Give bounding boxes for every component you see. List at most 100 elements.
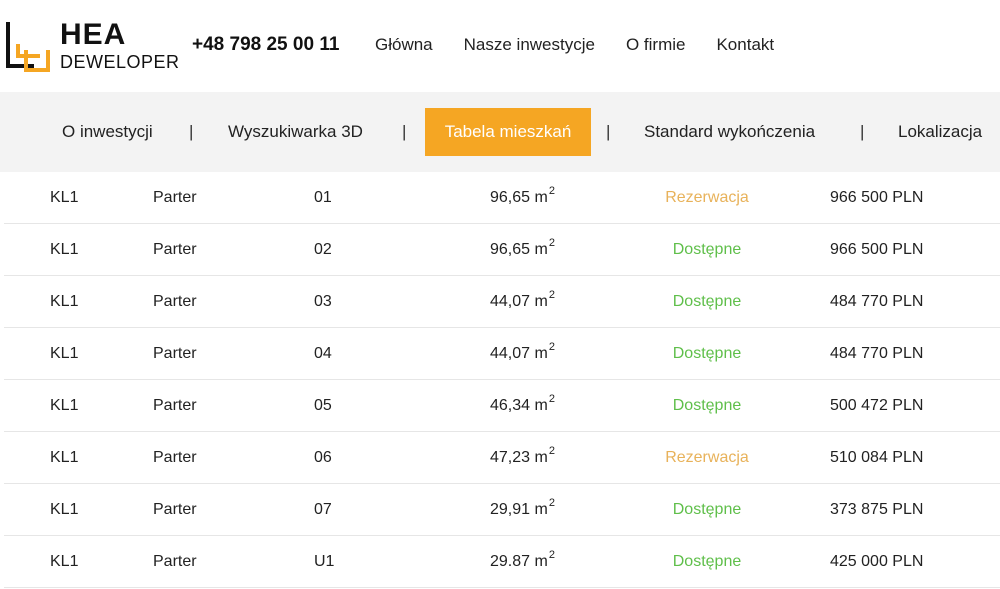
logo-title: HEA [60,18,127,51]
apartment-number-cell: 04 [314,344,332,362]
status-cell: Dostępne [672,552,742,570]
apartment-number-cell: 03 [314,292,332,310]
subnav-item-finishing-standard[interactable]: Standard wykończenia [644,92,815,172]
area-unit-exponent: 2 [548,184,555,197]
area-unit: m [534,552,548,570]
status-cell: Rezerwacja [665,448,749,466]
area-unit: m [534,240,548,258]
building-cell: KL1 [50,396,79,414]
table-row[interactable]: KL1 Parter 05 46,34 m2 Dostępne 500 472 … [4,380,1000,432]
subnav-separator: | [402,122,407,141]
price-cell: 484 770 PLN [830,292,924,310]
area-unit-exponent: 2 [548,236,555,249]
area-cell: 47,23 m2 [490,432,555,483]
building-cell: KL1 [50,188,79,206]
price-cell: 373 875 PLN [830,500,924,518]
floor-cell: Parter [153,188,197,206]
table-row[interactable]: KL1 Parter 01 96,65 m2 Rezerwacja 966 50… [4,172,1000,224]
logo-mark-icon [6,22,50,72]
nav-link-about[interactable]: O firmie [626,34,686,56]
building-cell: KL1 [50,552,79,570]
nav-link-home[interactable]: Główna [375,34,433,56]
floor-cell: Parter [153,448,197,466]
area-value: 47,23 [490,448,531,466]
table-row[interactable]: KL1 Parter 07 29,91 m2 Dostępne 373 875 … [4,484,1000,536]
area-cell: 29,91 m2 [490,484,555,535]
price-cell: 425 000 PLN [830,552,924,570]
apartment-number-cell: 07 [314,500,332,518]
apartment-number-cell: 01 [314,188,332,206]
area-unit: m [534,292,548,310]
table-row[interactable]: KL1 Parter 03 44,07 m2 Dostępne 484 770 … [4,276,1000,328]
status-cell: Dostępne [672,344,742,362]
price-cell: 510 084 PLN [830,448,924,466]
subnav-separator: | [606,122,611,141]
subnav-item-apartments-table[interactable]: Tabela mieszkań [425,108,591,156]
nav-link-investments[interactable]: Nasze inwestycje [464,34,595,56]
status-cell: Rezerwacja [665,188,749,206]
status-cell: Dostępne [672,500,742,518]
apartments-table: KL1 Parter 01 96,65 m2 Rezerwacja 966 50… [0,172,1000,588]
apartment-number-cell: 05 [314,396,332,414]
phone-link[interactable]: +48 798 25 00 11 [192,33,339,57]
apartment-number-cell: U1 [314,552,335,570]
area-cell: 44,07 m2 [490,276,555,327]
status-cell: Dostępne [672,292,742,310]
price-cell: 966 500 PLN [830,188,924,206]
area-cell: 96,65 m2 [490,224,555,275]
logo[interactable]: HEA DEWELOPER [4,18,179,74]
main-nav: Główna Nasze inwestycje O firmie Kontakt [375,34,805,56]
area-unit: m [534,448,548,466]
apartment-number-cell: 02 [314,240,332,258]
area-unit-exponent: 2 [548,340,555,353]
floor-cell: Parter [153,552,197,570]
subnav-item-location[interactable]: Lokalizacja [898,92,982,172]
price-cell: 966 500 PLN [830,240,924,258]
area-value: 44,07 [490,292,531,310]
table-row[interactable]: KL1 Parter U1 29.87 m2 Dostępne 425 000 … [4,536,1000,588]
area-value: 96,65 [490,240,531,258]
table-row[interactable]: KL1 Parter 06 47,23 m2 Rezerwacja 510 08… [4,432,1000,484]
area-value: 96,65 [490,188,531,206]
area-value: 29.87 [490,552,531,570]
table-row[interactable]: KL1 Parter 02 96,65 m2 Dostępne 966 500 … [4,224,1000,276]
apartment-number-cell: 06 [314,448,332,466]
site-header: HEA DEWELOPER +48 798 25 00 11 Główna Na… [0,0,1000,92]
nav-link-contact[interactable]: Kontakt [716,34,774,56]
area-unit: m [534,500,548,518]
floor-cell: Parter [153,396,197,414]
subnav-separator: | [189,122,194,141]
area-cell: 46,34 m2 [490,380,555,431]
area-cell: 44,07 m2 [490,328,555,379]
status-cell: Dostępne [672,396,742,414]
subnav-item-3d-search[interactable]: Wyszukiwarka 3D [228,92,363,172]
status-cell: Dostępne [672,240,742,258]
area-unit: m [534,344,548,362]
area-unit-exponent: 2 [548,288,555,301]
price-cell: 500 472 PLN [830,396,924,414]
subnav-separator: | [860,122,865,141]
area-value: 44,07 [490,344,531,362]
area-value: 29,91 [490,500,531,518]
area-unit: m [534,396,548,414]
area-unit-exponent: 2 [548,548,555,561]
area-cell: 29.87 m2 [490,536,555,587]
building-cell: KL1 [50,448,79,466]
building-cell: KL1 [50,240,79,258]
logo-subtitle: DEWELOPER [60,52,180,72]
floor-cell: Parter [153,292,197,310]
floor-cell: Parter [153,344,197,362]
area-unit: m [534,188,548,206]
building-cell: KL1 [50,292,79,310]
floor-cell: Parter [153,500,197,518]
area-cell: 96,65 m2 [490,172,555,223]
area-value: 46,34 [490,396,531,414]
building-cell: KL1 [50,500,79,518]
area-unit-exponent: 2 [548,392,555,405]
table-row[interactable]: KL1 Parter 04 44,07 m2 Dostępne 484 770 … [4,328,1000,380]
subnav-item-about-investment[interactable]: O inwestycji [62,92,153,172]
area-unit-exponent: 2 [548,496,555,509]
building-cell: KL1 [50,344,79,362]
floor-cell: Parter [153,240,197,258]
area-unit-exponent: 2 [548,444,555,457]
